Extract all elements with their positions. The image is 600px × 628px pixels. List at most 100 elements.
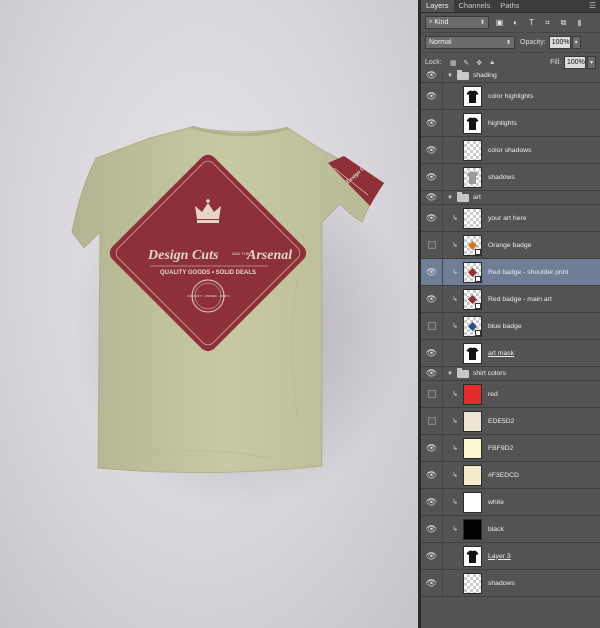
color-swatch [464, 384, 481, 404]
layer-row[interactable]: 👁︎ ↳ Red badge - main art [421, 286, 600, 313]
layer-name[interactable]: your art here [488, 215, 527, 222]
eye-icon[interactable]: 👁︎ [421, 543, 443, 569]
tab-channels[interactable]: Channels [454, 0, 496, 12]
svg-text:COMMUNITY · INSPIRED · ASSETS: COMMUNITY · INSPIRED · ASSETS [187, 294, 230, 298]
layer-name[interactable]: color shadows [488, 147, 531, 154]
layer-name[interactable]: shading [473, 72, 497, 79]
group-expand-icon[interactable]: ▼ [447, 195, 455, 201]
eye-icon[interactable]: 👁︎ [421, 69, 443, 82]
eye-icon[interactable]: 👁︎ [421, 191, 443, 204]
lock-transparent-icon[interactable]: ▦ [449, 58, 458, 67]
group-expand-icon[interactable]: ▼ [447, 371, 455, 377]
layer-name[interactable]: Layer 3 [488, 553, 511, 560]
eye-icon[interactable]: 👁︎ [421, 286, 443, 312]
eye-icon[interactable]: 👁︎ [421, 164, 443, 190]
tab-layers[interactable]: Layers [421, 0, 454, 12]
fill-slider-button[interactable]: ▾ [587, 56, 596, 69]
layer-group-row[interactable]: 👁︎ ▼ shading [421, 69, 600, 83]
layer-row[interactable]: 👁︎ ↳ FBF9D2 [421, 435, 600, 462]
eye-icon[interactable]: 👁︎ [421, 489, 443, 515]
layer-name[interactable]: EDE5D2 [488, 418, 514, 425]
layer-row[interactable]: ↳ blue badge [421, 313, 600, 340]
layer-name[interactable]: art mask [488, 350, 514, 357]
layer-row[interactable]: 👁︎ ↳ black [421, 516, 600, 543]
fill-input[interactable]: 100% [564, 56, 586, 69]
blend-mode-dropdown[interactable]: Normal ⬍ [425, 36, 515, 49]
layer-row[interactable]: 👁︎ ↳ your art here [421, 205, 600, 232]
visibility-toggle[interactable] [421, 408, 443, 434]
layer-name[interactable]: color highlights [488, 93, 533, 100]
layer-row[interactable]: ↳ EDE5D2 [421, 408, 600, 435]
visibility-toggle[interactable] [421, 313, 443, 339]
layer-group-row[interactable]: 👁︎ ▼ art [421, 191, 600, 205]
smart-object-icon [475, 248, 481, 255]
group-expand-icon[interactable]: ▼ [447, 73, 455, 79]
lock-position-icon[interactable]: ✥ [475, 58, 484, 67]
layer-row[interactable]: ↳ Orange badge [421, 232, 600, 259]
layers-list[interactable]: 👁︎ ▼ shading 👁︎ color highlights 👁︎ highlights… [421, 69, 600, 628]
lock-all-icon[interactable]: 🔒︎ [488, 58, 497, 67]
layer-name[interactable]: Red badge - shoulder print [488, 269, 568, 276]
layer-name[interactable]: shadows [488, 174, 515, 181]
filter-adjustment-icon[interactable]: ◐ [510, 17, 521, 28]
hidden-visibility-box [427, 390, 436, 398]
smart-object-icon [475, 275, 481, 282]
layer-name[interactable]: #F3EDCD [488, 472, 519, 479]
clipping-mask-icon: ↳ [452, 269, 458, 276]
layer-row[interactable]: 👁︎ color highlights [421, 83, 600, 110]
layer-name[interactable]: art [473, 194, 481, 201]
layer-row[interactable]: 👁︎ shadows [421, 164, 600, 191]
layer-row[interactable]: 👁︎ shadows [421, 570, 600, 597]
layer-row[interactable]: 👁︎ ↳ Red badge - shoulder print [421, 259, 600, 286]
eye-icon[interactable]: 👁︎ [421, 570, 443, 596]
filter-shape-icon[interactable]: ⌗ [542, 17, 553, 28]
filter-toggle-icon[interactable]: ▮ [574, 17, 585, 28]
layer-row[interactable]: 👁︎ ↳ white [421, 489, 600, 516]
eye-icon[interactable]: 👁︎ [421, 259, 443, 285]
layer-name[interactable]: white [488, 499, 504, 506]
layer-thumbnail [463, 166, 482, 188]
color-swatch [464, 438, 481, 458]
filter-smartobject-icon[interactable]: ⧉ [558, 17, 569, 28]
layer-thumbnail [463, 85, 482, 107]
visibility-toggle[interactable] [421, 232, 443, 258]
layer-row[interactable]: 👁︎ Layer 3 [421, 543, 600, 570]
eye-icon[interactable]: 👁︎ [421, 205, 443, 231]
layer-row[interactable]: 👁︎ highlights [421, 110, 600, 137]
opacity-slider-button[interactable]: ▾ [571, 36, 581, 49]
layer-row[interactable]: 👁︎ art mask [421, 340, 600, 367]
document-canvas[interactable]: Design Cuts AND THE Arsenal QUALITY GOOD… [0, 0, 418, 628]
lock-image-icon[interactable]: ✎ [462, 58, 471, 67]
layer-row[interactable]: 👁︎ ↳ #F3EDCD [421, 462, 600, 489]
eye-icon[interactable]: 👁︎ [421, 340, 443, 366]
opacity-input[interactable]: 100% [548, 36, 571, 49]
layer-name[interactable]: shirt colors [473, 370, 506, 377]
filter-type-icon[interactable]: T [526, 17, 537, 28]
layer-name[interactable]: highlights [488, 120, 517, 127]
eye-icon[interactable]: 👁︎ [421, 137, 443, 163]
fill-label: Fill: [550, 59, 561, 66]
layer-row[interactable]: ↳ red [421, 381, 600, 408]
layer-name[interactable]: Orange badge [488, 242, 531, 249]
tab-paths[interactable]: Paths [495, 0, 524, 12]
layer-name[interactable]: Red badge - main art [488, 296, 552, 303]
panel-menu-icon[interactable]: ☰ [585, 1, 600, 12]
filter-pixel-icon[interactable]: ▣ [494, 17, 505, 28]
layer-name[interactable]: blue badge [488, 323, 522, 330]
eye-icon[interactable]: 👁︎ [421, 110, 443, 136]
eye-icon[interactable]: 👁︎ [421, 367, 443, 380]
filter-kind-dropdown[interactable]: ⌕ Kind ⬍ [425, 16, 489, 29]
layer-name[interactable]: red [488, 391, 498, 398]
layer-name[interactable]: shadows [488, 580, 515, 587]
layer-row[interactable]: 👁︎ color shadows [421, 137, 600, 164]
layer-group-row[interactable]: 👁︎ ▼ shirt colors [421, 367, 600, 381]
eye-icon[interactable]: 👁︎ [421, 435, 443, 461]
eye-icon[interactable]: 👁︎ [421, 83, 443, 109]
layer-name[interactable]: FBF9D2 [488, 445, 513, 452]
visibility-toggle[interactable] [421, 381, 443, 407]
folder-icon [457, 69, 469, 80]
eye-icon[interactable]: 👁︎ [421, 462, 443, 488]
layer-name[interactable]: black [488, 526, 504, 533]
hidden-visibility-box [427, 417, 436, 425]
eye-icon[interactable]: 👁︎ [421, 516, 443, 542]
